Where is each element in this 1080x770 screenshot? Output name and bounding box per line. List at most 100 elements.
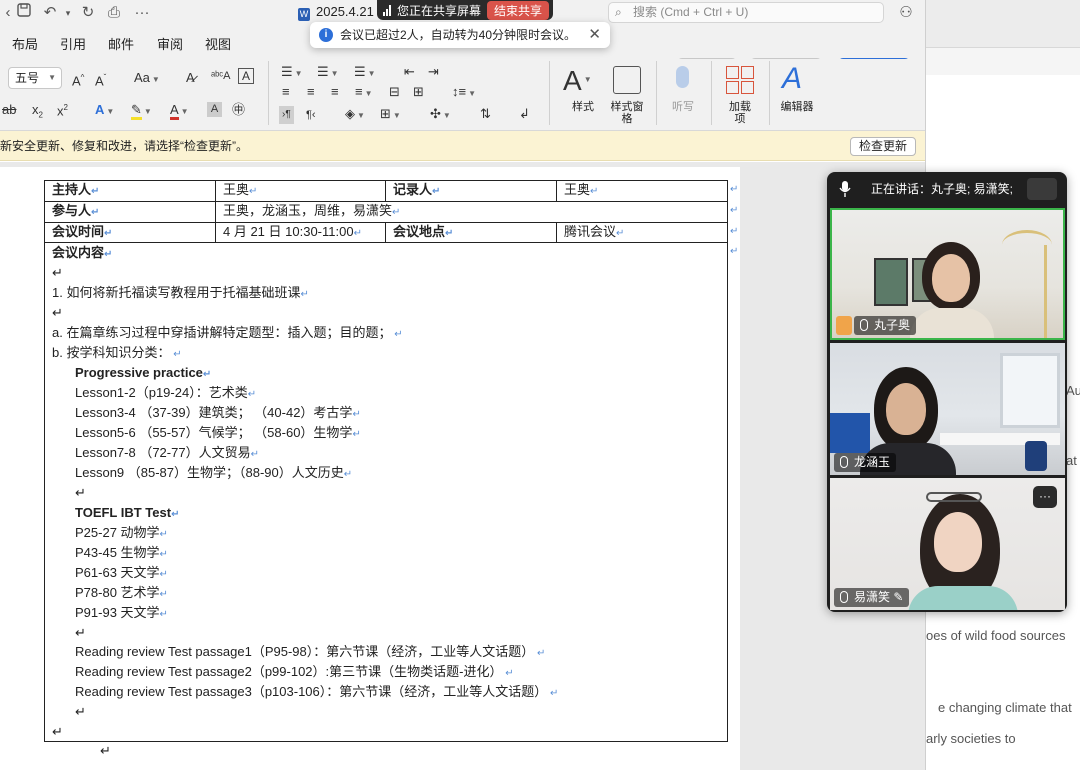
- shrink-font-icon[interactable]: Aˇ: [95, 69, 106, 90]
- background-text: e changing climate that: [938, 700, 1072, 715]
- tab-layout[interactable]: 布局: [12, 34, 38, 53]
- dictate-label[interactable]: 听写: [668, 101, 698, 113]
- grow-font-icon[interactable]: A^: [72, 69, 84, 90]
- participants-cell: 王奥，龙涵玉，周维，易潇笑↵: [215, 201, 728, 223]
- phonetic-guide-icon[interactable]: ᵃᵇᶜA: [211, 67, 230, 85]
- divider: [656, 61, 657, 125]
- empty-paragraph: ↵: [52, 265, 63, 280]
- paragraph-mark-icon[interactable]: ↲: [519, 105, 530, 123]
- host-label: 主持人: [52, 182, 92, 197]
- update-message: 新安全更新、修复和改进，请选择“检查更新”。: [0, 139, 248, 153]
- shading-icon[interactable]: ◈ ▼: [345, 105, 365, 125]
- host-badge-icon: [836, 316, 852, 335]
- account-icon[interactable]: ⚇: [896, 3, 916, 23]
- line-spacing-icon[interactable]: ↕≡ ▼: [452, 83, 476, 103]
- video-tile[interactable]: ··· 易潇笑 ✎: [830, 478, 1065, 610]
- editor-icon[interactable]: A: [782, 63, 802, 95]
- undo-icon[interactable]: ↶: [40, 3, 60, 23]
- search-field[interactable]: ⌕ 搜索 (Cmd + Ctrl + U): [608, 2, 884, 23]
- show-marks-icon[interactable]: ›¶: [279, 106, 294, 124]
- numbering-icon[interactable]: ☰ ▼: [317, 63, 339, 83]
- video-tile[interactable]: 丸子奥: [830, 208, 1065, 340]
- editor-label[interactable]: 编辑器: [778, 101, 816, 113]
- decrease-indent-icon[interactable]: ⇤: [404, 63, 415, 81]
- distributed-icon[interactable]: ⊟: [389, 83, 400, 101]
- tab-references[interactable]: 引用: [60, 34, 86, 53]
- align-right-icon[interactable]: ≡: [331, 83, 339, 101]
- participant-name: 易潇笑: [854, 590, 891, 604]
- multilevel-list-icon[interactable]: ☰ ▼: [354, 63, 376, 83]
- meeting-video-panel[interactable]: 正在讲话：丸子奥; 易潇笑; 丸子奥 龙涵玉 ··· 易潇笑 ✎: [827, 172, 1067, 612]
- more-options-icon[interactable]: ···: [1033, 486, 1057, 508]
- info-icon: i: [319, 28, 333, 42]
- borders-icon[interactable]: ⊞ ▼: [380, 105, 401, 125]
- font-size-select[interactable]: 五号 ▼: [8, 67, 62, 89]
- text-effects-icon[interactable]: A ▼: [95, 101, 114, 121]
- font-size-value: 五号: [15, 71, 40, 85]
- host-cell: 王奥↵: [215, 180, 386, 202]
- tab-view[interactable]: 视图: [205, 34, 231, 53]
- styles-label[interactable]: 样式: [566, 101, 600, 113]
- search-placeholder: 搜索 (Cmd + Ctrl + U): [633, 5, 749, 19]
- sort-icon[interactable]: ⇅: [480, 105, 491, 123]
- char-border-icon[interactable]: A: [238, 68, 254, 84]
- styles-icon[interactable]: A ▼: [563, 65, 592, 96]
- close-icon[interactable]: ✕: [588, 22, 601, 48]
- char-shading-icon[interactable]: A: [207, 102, 222, 117]
- participant-body: [910, 308, 994, 338]
- paragraph: b. 按学科知识分类： ↵: [52, 345, 182, 360]
- document-title-text: 2025.4.21: [316, 4, 374, 19]
- tab-mailings[interactable]: 邮件: [108, 34, 134, 53]
- redo-icon[interactable]: ↻: [78, 3, 98, 23]
- annotation-pen-icon: ✎: [893, 590, 904, 604]
- signal-icon[interactable]: [1027, 178, 1057, 200]
- enclose-char-icon[interactable]: ㊥: [232, 101, 245, 119]
- tab-review[interactable]: 审阅: [157, 34, 183, 53]
- empty-paragraph: ↵: [100, 743, 111, 758]
- paragraph-text: Reading review Test passage1（P95-98）：第六节…: [75, 644, 535, 659]
- paragraph: Lesson7-8 （72-77）人文贸易↵: [75, 445, 259, 460]
- video-tile[interactable]: 龙涵玉: [830, 343, 1065, 475]
- highlight-icon[interactable]: ✎ ▼: [131, 101, 152, 121]
- justify-icon[interactable]: ≡ ▼: [355, 83, 373, 103]
- font-color-icon[interactable]: A ▼: [170, 101, 189, 121]
- blue-chair: [830, 413, 870, 453]
- styles-pane-icon[interactable]: [613, 66, 641, 94]
- microphone-icon: [839, 181, 851, 197]
- subscript-icon[interactable]: x2: [32, 101, 43, 125]
- paragraph-text: Reading review Test passage3（p103-106）：第…: [75, 684, 548, 699]
- check-update-button[interactable]: 检查更新: [850, 137, 917, 156]
- paragraph: 1. 如何将新托福读写教程用于托福基础班课↵: [52, 285, 309, 300]
- print-icon[interactable]: ⎙: [104, 3, 124, 23]
- participant-name-tag: 龙涵玉: [834, 453, 897, 472]
- background-text: at: [1066, 453, 1077, 468]
- styles-pane-label[interactable]: 样式窗格: [610, 101, 644, 125]
- more-icon[interactable]: ···: [132, 3, 152, 23]
- paragraph: P61-63 天文学↵: [75, 565, 168, 580]
- section-heading-text: Progressive practice: [75, 365, 203, 380]
- undo-dropdown-icon[interactable]: ▾: [58, 3, 78, 23]
- superscript-icon[interactable]: x2: [57, 99, 68, 120]
- chinese-layout-icon[interactable]: ✣ ▼: [430, 105, 451, 125]
- clear-format-icon[interactable]: A̷: [186, 69, 195, 87]
- strikethrough-icon[interactable]: ab: [2, 101, 16, 119]
- rtl-mark-icon[interactable]: ¶‹: [306, 106, 316, 124]
- empty-paragraph: ↵: [52, 305, 63, 320]
- microphone-icon[interactable]: [676, 66, 689, 88]
- align-center-icon[interactable]: ≡: [307, 83, 315, 101]
- increase-indent-icon[interactable]: ⇥: [428, 63, 439, 81]
- addins-label[interactable]: 加载项: [724, 101, 756, 125]
- save-icon[interactable]: [14, 3, 34, 23]
- change-case-icon[interactable]: Aa ▼: [134, 69, 160, 89]
- participant-face: [934, 512, 982, 572]
- stop-share-button[interactable]: 结束共享: [487, 0, 550, 20]
- screen: Au at oes of wild food sources e changin…: [0, 0, 1080, 770]
- empty-paragraph: ↵: [75, 704, 86, 719]
- participant-body: [908, 586, 1018, 610]
- bullets-icon[interactable]: ☰ ▼: [281, 63, 303, 83]
- addins-icon[interactable]: [726, 66, 754, 94]
- paragraph-text: Lesson5-6 （55-57）气候学； （58-60）生物学: [75, 425, 353, 440]
- columns-icon[interactable]: ⊞: [413, 83, 424, 101]
- paragraph: Lesson9 （85-87）生物学；（88-90）人文历史↵: [75, 465, 353, 480]
- align-left-icon[interactable]: ≡: [282, 83, 290, 101]
